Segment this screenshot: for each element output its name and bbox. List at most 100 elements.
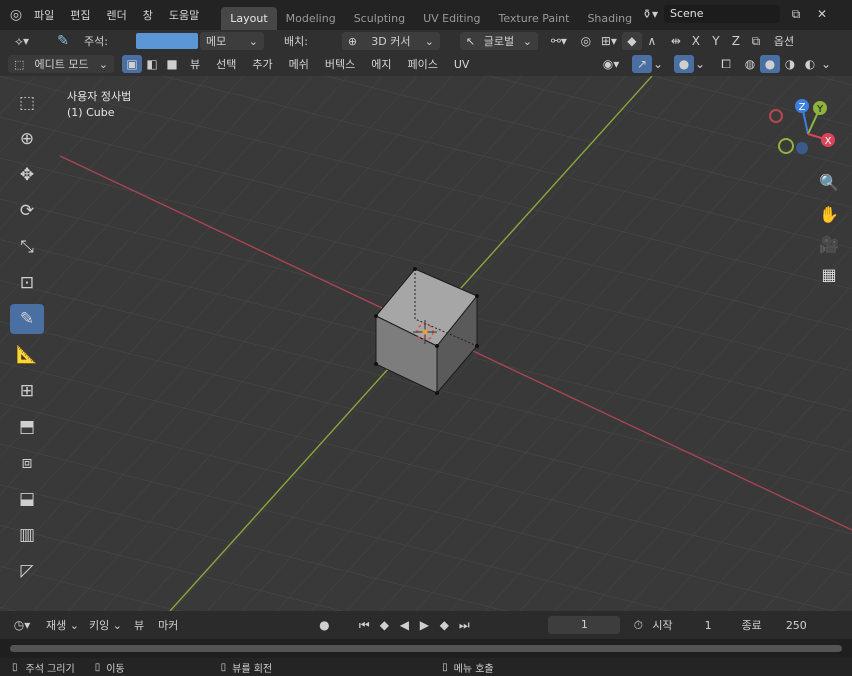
mouse-rotate-icon: ▯ — [220, 661, 227, 673]
visibility-eye-icon[interactable]: ◉▾ — [596, 55, 626, 73]
timeline-scrub-area[interactable] — [0, 639, 852, 658]
pan-hand-icon[interactable]: ✋ — [817, 202, 841, 226]
link-icon[interactable]: ⚯▾ — [544, 32, 574, 50]
falloff-icon[interactable]: ∧ — [642, 32, 662, 50]
snap-icon[interactable]: ⊞▾ — [596, 32, 622, 50]
select-box-tool-icon[interactable]: ⬚ — [10, 88, 44, 118]
annotate-tool-icon[interactable]: ✎ — [10, 304, 44, 334]
chevron-down-icon[interactable]: ⌄ — [820, 55, 832, 73]
rotate-tool-icon[interactable]: ⟳ — [10, 196, 44, 226]
blender-logo-icon[interactable]: ◎ — [6, 6, 26, 24]
timeline-scrollbar[interactable] — [10, 645, 842, 652]
extrude-tool-icon[interactable]: ⬒ — [10, 412, 44, 442]
camera-icon[interactable]: 🎥 — [817, 232, 841, 256]
rendered-shading-icon[interactable]: ◐ — [800, 55, 820, 73]
mirror-y-toggle[interactable]: Y — [706, 32, 726, 50]
transform-pivot-icon[interactable]: ⟡▾ — [8, 32, 36, 50]
chevron-down-icon[interactable]: ⌄ — [694, 55, 706, 73]
cursor-tool-icon[interactable]: ⊕ — [10, 124, 44, 154]
overlay-toggle-icon[interactable]: ● — [674, 55, 694, 73]
keying-menu[interactable]: 키잉 ⌄ — [89, 617, 122, 633]
proportional-edit-icon[interactable]: ◎ — [576, 32, 596, 50]
ortho-grid-icon[interactable]: ▦ — [817, 262, 841, 286]
play-icon[interactable]: ▶ — [414, 616, 434, 634]
prev-keyframe-icon[interactable]: ◆ — [374, 616, 394, 634]
gizmo-toggle-icon[interactable]: ↗ — [632, 55, 652, 73]
delete-scene-icon[interactable]: ✕ — [812, 5, 832, 23]
tab-layout[interactable]: Layout — [221, 7, 277, 30]
status-hint-rotate: 뷰를 회전 — [232, 663, 273, 675]
tab-shading[interactable]: Shading — [578, 7, 641, 30]
menu-edge[interactable]: 에지 — [363, 56, 399, 72]
zoom-icon[interactable]: 🔍 — [817, 170, 841, 194]
measure-tool-icon[interactable]: 📐 — [10, 340, 44, 370]
mirror-icon[interactable]: ⇹ — [666, 32, 686, 50]
inset-tool-icon[interactable]: ⧈ — [10, 448, 44, 478]
scene-icon[interactable]: ⚱▾ — [636, 5, 664, 23]
menu-view[interactable]: 뷰 — [182, 56, 208, 72]
gizmo-neg-y-handle[interactable] — [778, 138, 794, 154]
loop-cut-tool-icon[interactable]: ▥ — [10, 520, 44, 550]
view-menu[interactable]: 뷰 — [134, 617, 144, 633]
snap-target-icon[interactable]: ◆ — [621, 32, 642, 50]
mode-dropdown[interactable]: ⬚ 에디트 모드 ⌄ — [8, 55, 114, 73]
menu-face[interactable]: 페이스 — [400, 56, 446, 72]
navigation-gizmo[interactable]: Z Y X — [768, 94, 848, 174]
move-tool-icon[interactable]: ✥ — [10, 160, 44, 190]
menu-uv[interactable]: UV — [446, 58, 478, 71]
add-cube-tool-icon[interactable]: ⊞ — [10, 376, 44, 406]
options-button[interactable]: 옵션 — [774, 33, 794, 49]
3d-viewport[interactable]: 사용자 정사법 (1) Cube ⬚ ⊕ ✥ ⟳ ⤡ ⊡ ✎ 📐 ⊞ ⬒ ⧈ ⬓… — [0, 76, 852, 611]
jump-end-icon[interactable]: ⏭ — [454, 616, 474, 634]
auto-merge-icon[interactable]: ⧉ — [746, 32, 766, 50]
bevel-tool-icon[interactable]: ⬓ — [10, 484, 44, 514]
wireframe-shading-icon[interactable]: ◍ — [740, 55, 760, 73]
scene-name-field[interactable]: Scene — [664, 5, 780, 23]
next-keyframe-icon[interactable]: ◆ — [434, 616, 454, 634]
face-select-icon[interactable]: ■ — [162, 55, 182, 73]
note-layer-dropdown[interactable]: 메모 ⌄ — [199, 32, 264, 50]
tab-uv-editing[interactable]: UV Editing — [414, 7, 489, 30]
tab-texture-paint[interactable]: Texture Paint — [489, 7, 578, 30]
timeline-editor-icon[interactable]: ◷▾ — [8, 616, 36, 634]
solid-shading-icon[interactable]: ● — [760, 55, 780, 73]
start-frame-field[interactable]: 1 — [705, 619, 712, 632]
current-frame-field[interactable]: 1 — [548, 616, 621, 634]
jump-start-icon[interactable]: ⏮ — [354, 616, 374, 634]
mirror-x-toggle[interactable]: X — [686, 32, 706, 50]
gizmo-neg-z-handle[interactable] — [796, 142, 808, 154]
gizmo-neg-x-handle[interactable] — [769, 109, 783, 123]
orientation-icon: ↖ — [465, 34, 476, 48]
menu-add[interactable]: 추가 — [244, 56, 280, 72]
record-icon[interactable]: ● — [314, 616, 334, 634]
xray-toggle-icon[interactable]: ⧠ — [716, 55, 736, 73]
placement-dropdown[interactable]: ⊕ 3D 커서 ⌄ — [341, 32, 440, 50]
material-shading-icon[interactable]: ◑ — [780, 55, 800, 73]
annotate-color-swatch[interactable] — [135, 33, 198, 49]
tab-modeling[interactable]: Modeling — [277, 7, 345, 30]
menu-select[interactable]: 선택 — [208, 56, 244, 72]
menu-mesh[interactable]: 메쉬 — [281, 56, 317, 72]
knife-tool-icon[interactable]: ◸ — [10, 556, 44, 586]
play-reverse-icon[interactable]: ◀ — [394, 616, 414, 634]
menu-edit[interactable]: 편집 — [62, 7, 98, 23]
marker-menu[interactable]: 마커 — [158, 617, 178, 633]
stopwatch-icon[interactable]: ⏱ — [628, 616, 648, 634]
menu-help[interactable]: 도움말 — [161, 7, 207, 23]
chevron-down-icon[interactable]: ⌄ — [652, 55, 664, 73]
scale-tool-icon[interactable]: ⤡ — [10, 232, 44, 262]
menu-vertex[interactable]: 버텍스 — [317, 56, 363, 72]
playback-menu[interactable]: 재생 ⌄ — [46, 617, 79, 633]
vertex-select-icon[interactable]: ▣ — [122, 55, 142, 73]
menu-render[interactable]: 렌더 — [99, 7, 135, 23]
menu-file[interactable]: 파일 — [26, 7, 62, 23]
orientation-dropdown[interactable]: ↖ 글로벌 ⌄ — [459, 32, 538, 50]
end-frame-field[interactable]: 250 — [786, 619, 807, 632]
viewport-scene — [0, 76, 852, 611]
copy-scene-icon[interactable]: ⧉ — [786, 5, 806, 23]
tab-sculpting[interactable]: Sculpting — [345, 7, 414, 30]
edge-select-icon[interactable]: ◧ — [142, 55, 162, 73]
transform-tool-icon[interactable]: ⊡ — [10, 268, 44, 298]
mirror-z-toggle[interactable]: Z — [726, 32, 746, 50]
menu-window[interactable]: 창 — [135, 7, 161, 23]
